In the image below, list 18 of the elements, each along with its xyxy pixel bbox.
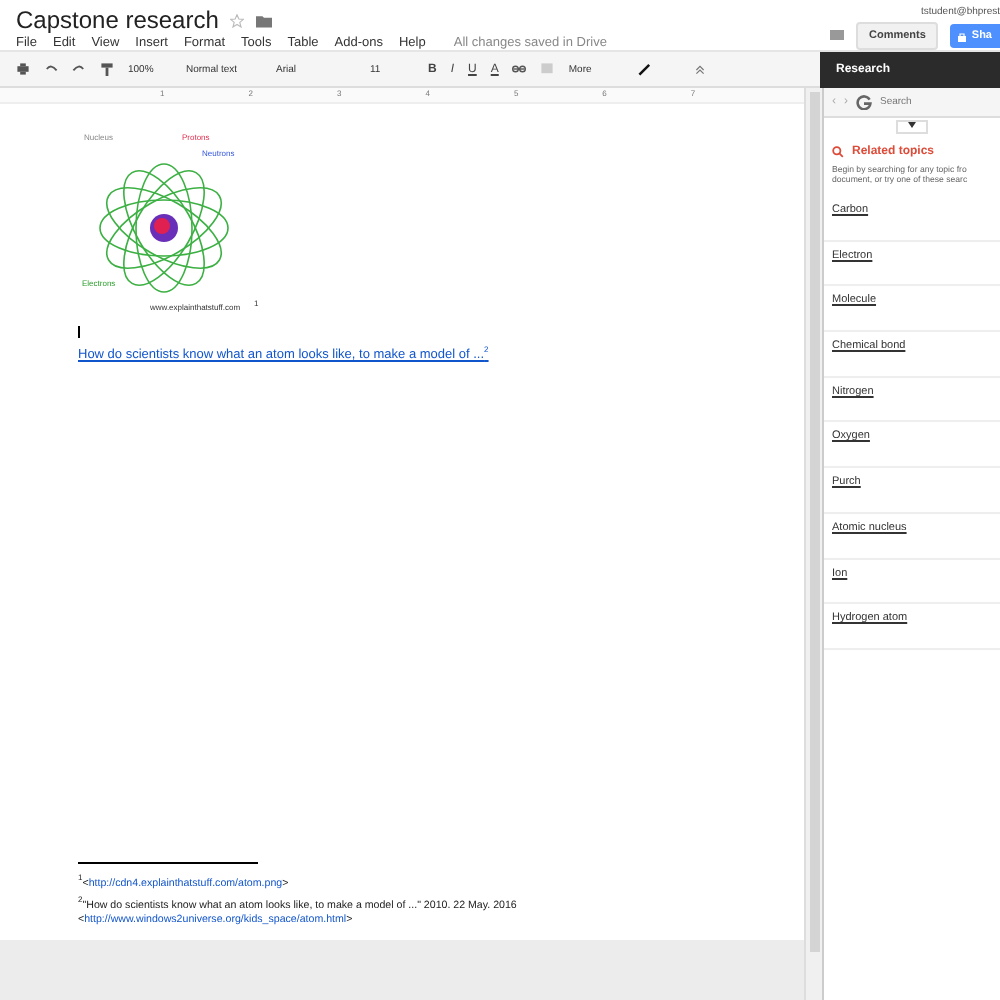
g-logo-icon[interactable]	[856, 94, 872, 110]
link-icon[interactable]	[512, 62, 527, 76]
star-icon[interactable]	[230, 13, 245, 27]
pencil-icon[interactable]	[638, 62, 653, 76]
collapse-icon[interactable]	[694, 63, 707, 75]
scrollbar-thumb[interactable]	[809, 92, 819, 952]
chat-icon[interactable]	[830, 30, 845, 42]
caret-icon	[908, 122, 916, 128]
dropdown-button[interactable]	[896, 120, 928, 134]
paint-format-icon[interactable]	[100, 62, 114, 76]
print-icon[interactable]	[16, 62, 30, 76]
redo-icon[interactable]	[72, 62, 86, 76]
folder-icon[interactable]	[256, 13, 273, 27]
text-cursor	[78, 326, 80, 338]
search-icon	[832, 146, 844, 158]
undo-icon[interactable]	[44, 62, 58, 76]
lock-icon	[957, 31, 966, 41]
document-title[interactable]: Capstone research	[16, 6, 219, 34]
